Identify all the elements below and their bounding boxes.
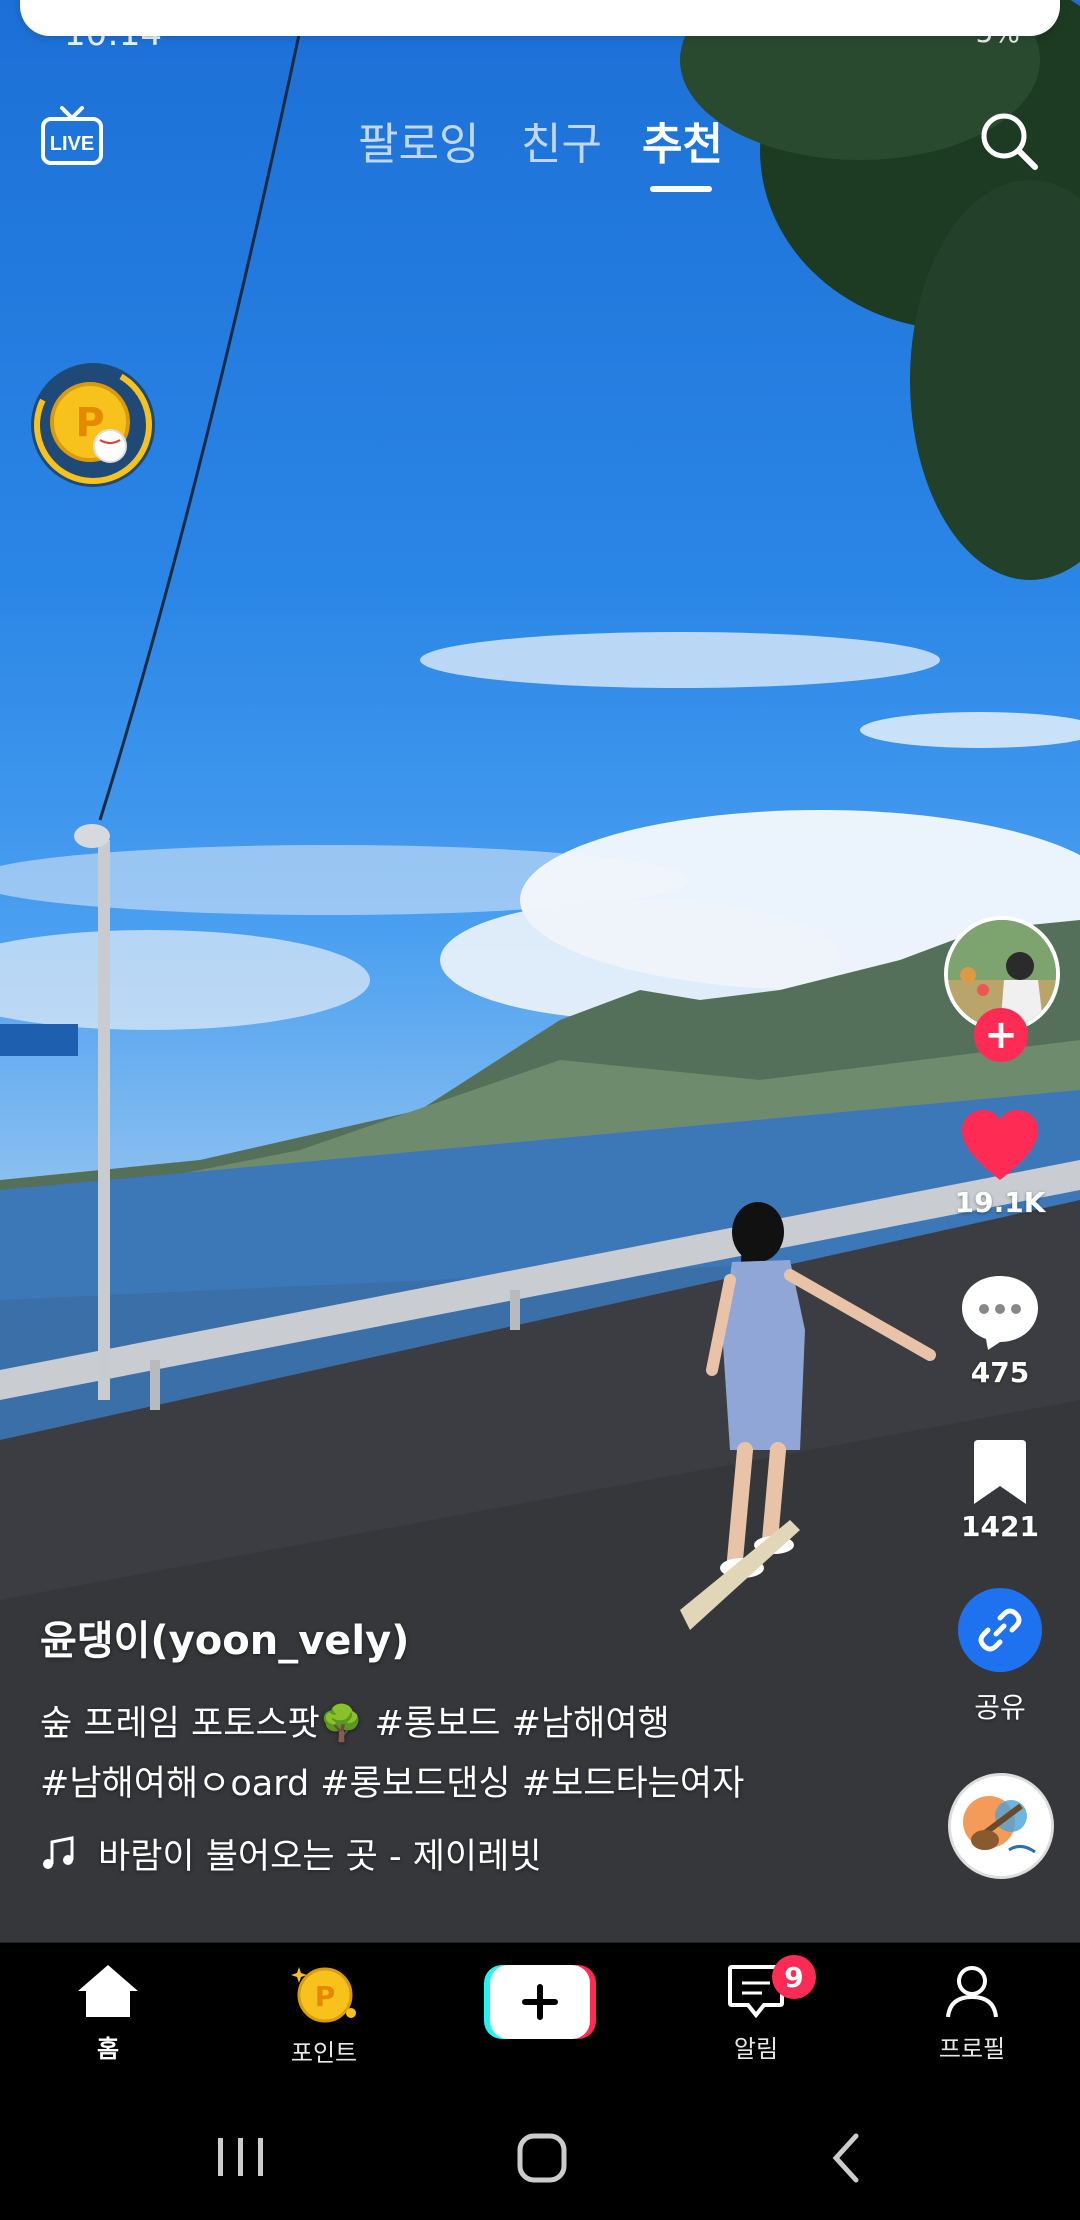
inbox-badge: 9 bbox=[772, 1955, 816, 1999]
bookmark-icon bbox=[974, 1440, 1026, 1504]
feed-tabs: 팔로잉 친구 추천 bbox=[0, 108, 1080, 198]
nav-inbox-label: 알림 bbox=[733, 2035, 779, 2063]
home-icon bbox=[78, 1965, 138, 2017]
video-caption: 윤댕이(yoon_vely) 숲 프레임 포토스팟🌳 #롱보드 #남해여행 #남… bbox=[40, 1608, 900, 1879]
nav-inbox[interactable]: 9 알림 bbox=[676, 1955, 836, 2064]
nav-points[interactable]: P 포인트 bbox=[244, 1963, 404, 2068]
author-name[interactable]: 윤댕이(yoon_vely) bbox=[40, 1608, 900, 1666]
caption-text[interactable]: 숲 프레임 포토스팟🌳 #롱보드 #남해여행 #남해여해ㅇoard #롱보드댄싱… bbox=[40, 1694, 900, 1814]
follow-button[interactable]: + bbox=[974, 1008, 1028, 1062]
like-button[interactable]: 19.1K bbox=[930, 1110, 1070, 1219]
system-navigation-bar bbox=[0, 2092, 1080, 2220]
plus-icon bbox=[484, 1965, 596, 2039]
create-button[interactable] bbox=[484, 1965, 596, 2039]
like-count: 19.1K bbox=[954, 1186, 1046, 1219]
back-icon[interactable] bbox=[832, 2133, 859, 2183]
share-button[interactable]: 공유 bbox=[930, 1588, 1070, 1726]
tab-for-you[interactable]: 추천 bbox=[642, 108, 723, 172]
comment-button[interactable]: 475 bbox=[930, 1272, 1070, 1389]
points-widget[interactable]: P bbox=[30, 362, 156, 488]
bookmark-button[interactable]: 1421 bbox=[930, 1440, 1070, 1543]
caption-line-1: 숲 프레임 포토스팟🌳 #롱보드 #남해여행 bbox=[40, 1704, 670, 1744]
music-note-icon bbox=[43, 1835, 74, 1869]
recent-apps-icon[interactable] bbox=[218, 2138, 263, 2176]
search-icon bbox=[981, 113, 1038, 170]
comment-icon bbox=[962, 1276, 1038, 1350]
nav-points-label: 포인트 bbox=[290, 2039, 358, 2067]
heart-icon bbox=[962, 1110, 1038, 1180]
share-circle bbox=[958, 1588, 1042, 1672]
bottom-nav: 홈 P 포인트 9 알림 프로필 bbox=[0, 1942, 1080, 2092]
bookmark-count: 1421 bbox=[961, 1510, 1039, 1543]
points-coin-icon: P bbox=[291, 1967, 356, 2023]
tab-following[interactable]: 팔로잉 bbox=[358, 108, 479, 172]
nav-profile-label: 프로필 bbox=[938, 2035, 1006, 2063]
points-coin-icon: P bbox=[31, 363, 155, 487]
link-icon bbox=[978, 1608, 1022, 1652]
comment-count: 475 bbox=[970, 1356, 1030, 1389]
share-label: 공유 bbox=[974, 1691, 1026, 1724]
notification-shade-edge[interactable] bbox=[20, 0, 1060, 36]
caption-line-2: #남해여해ㅇoard #롱보드댄싱 #보드타는여자 bbox=[40, 1764, 745, 1804]
profile-icon bbox=[946, 1966, 998, 2018]
nav-profile[interactable]: 프로필 bbox=[892, 1963, 1052, 2064]
active-tab-indicator bbox=[650, 186, 712, 192]
nav-home-label: 홈 bbox=[96, 2035, 120, 2063]
tab-friends[interactable]: 친구 bbox=[521, 108, 602, 172]
music-title: 바람이 불어오는 곳 - 제이레빗 bbox=[98, 1837, 542, 1877]
search-button[interactable] bbox=[978, 110, 1040, 172]
svg-text:P: P bbox=[315, 1980, 336, 2013]
home-circle-icon[interactable] bbox=[517, 2133, 567, 2183]
system-nav-buttons bbox=[218, 2133, 859, 2183]
music-info[interactable]: 바람이 불어오는 곳 - 제이레빗 bbox=[40, 1828, 900, 1879]
music-disc[interactable] bbox=[948, 1773, 1054, 1879]
nav-home[interactable]: 홈 bbox=[28, 1963, 188, 2064]
